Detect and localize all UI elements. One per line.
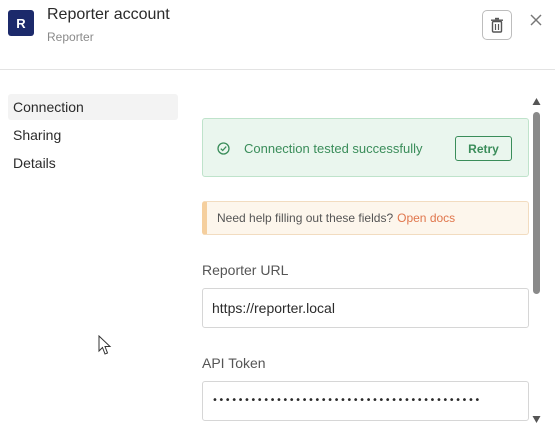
reporter-url-input[interactable]: https://reporter.local [202,288,529,328]
dialog-header: R Reporter account Reporter [0,0,555,70]
scroll-down-arrow-icon[interactable] [532,415,541,424]
help-banner: Need help filling out these fields? Open … [202,201,529,235]
delete-button[interactable] [482,10,512,40]
api-token-label: API Token [202,355,266,371]
close-button[interactable] [527,11,545,29]
dialog-subtitle: Reporter [47,30,94,44]
api-token-input[interactable]: ••••••••••••••••••••••••••••••••••••••••… [202,381,529,421]
nav-item-sharing[interactable]: Sharing [8,122,178,148]
nav-item-connection[interactable]: Connection [8,94,178,120]
mouse-cursor-icon [98,335,112,355]
side-nav: Connection Sharing Details [8,94,178,178]
help-text: Need help filling out these fields? [217,211,394,225]
check-circle-icon [217,142,230,155]
scroll-up-arrow-icon[interactable] [532,97,541,106]
dialog-title: Reporter account [47,6,170,23]
nav-item-details[interactable]: Details [8,150,178,176]
close-icon [530,14,542,26]
connection-panel: Connection tested successfully Retry Nee… [202,118,529,421]
success-message: Connection tested successfully [244,141,423,156]
reporter-logo: R [8,10,34,36]
reporter-url-label: Reporter URL [202,262,289,278]
success-banner: Connection tested successfully Retry [202,118,529,177]
trash-icon [491,17,503,33]
open-docs-link[interactable]: Open docs [397,211,455,225]
scrollbar-thumb[interactable] [533,112,540,294]
retry-button[interactable]: Retry [455,136,512,161]
